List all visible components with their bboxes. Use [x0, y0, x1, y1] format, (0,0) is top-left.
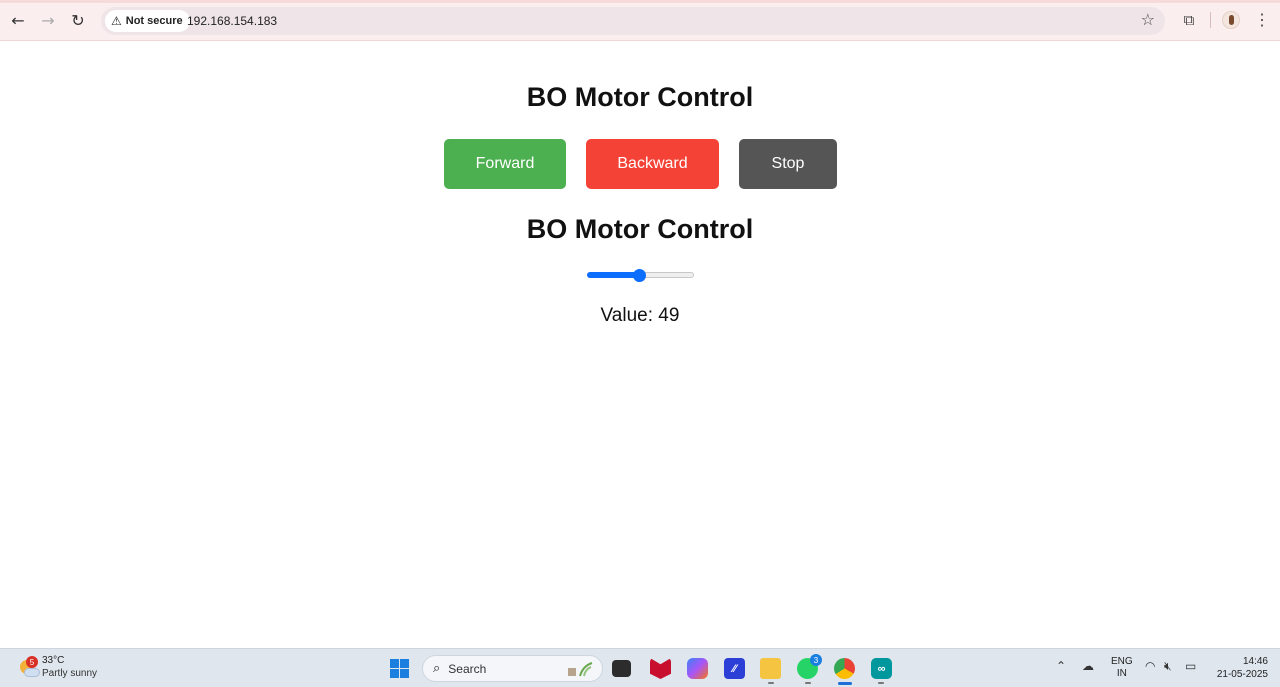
chrome-icon[interactable]: [834, 658, 855, 679]
security-chip[interactable]: ⚠ Not secure: [105, 10, 190, 32]
toolbar-separator: [1210, 12, 1211, 28]
search-highlight-icon: [568, 662, 593, 677]
stop-button[interactable]: Stop: [739, 139, 837, 189]
address-bar[interactable]: ⚠ Not secure 192.168.154.183 ☆: [101, 7, 1165, 35]
tabstrip-edge: [0, 0, 1280, 3]
system-clock[interactable]: 14:46 21-05-2025: [1208, 655, 1268, 681]
weather-badge: 5: [26, 656, 38, 668]
windows-start-icon[interactable]: [390, 659, 409, 678]
arduino-running-indicator: [878, 682, 884, 684]
whatsapp-running-indicator: [805, 682, 811, 684]
back-arrow-icon[interactable]: ←: [7, 9, 29, 31]
speed-slider[interactable]: [587, 269, 694, 282]
forward-arrow-icon[interactable]: →: [37, 9, 59, 31]
warning-triangle-icon: ⚠: [111, 14, 122, 28]
file-explorer-icon[interactable]: [760, 658, 781, 679]
language-primary: ENG: [1111, 656, 1133, 667]
file-explorer-running-indicator: [768, 682, 774, 684]
editor-app-icon[interactable]: ⁄⁄: [724, 658, 745, 679]
reload-icon[interactable]: ↻: [67, 9, 89, 31]
slider-fill: [587, 272, 640, 278]
partly-sunny-icon: 5: [18, 656, 40, 678]
browser-toolbar: ← → ↻ ⚠ Not secure 192.168.154.183 ☆ ⧉ ⋮: [0, 0, 1280, 41]
language-region: IN: [1116, 668, 1127, 679]
extensions-puzzle-icon[interactable]: ⧉: [1178, 9, 1200, 31]
chrome-active-indicator: [838, 682, 852, 685]
chevron-up-icon[interactable]: ⌃: [1056, 659, 1066, 673]
whatsapp-badge: 3: [810, 654, 822, 666]
bookmark-star-icon[interactable]: ☆: [1141, 10, 1155, 29]
weather-widget[interactable]: 5 33°C Partly sunny: [18, 654, 97, 680]
page-title: BO Motor Control: [526, 82, 754, 112]
windows-taskbar: 5 33°C Partly sunny ⌕ Search ⁄⁄ 3 ∞ ⌃ ☁ …: [0, 648, 1280, 687]
volume-muted-icon[interactable]: 🔇︎: [1164, 659, 1172, 674]
clock-date: 21-05-2025: [1216, 669, 1268, 680]
forward-button[interactable]: Forward: [444, 139, 566, 189]
profile-avatar[interactable]: [1222, 11, 1240, 29]
slider-value-label: Value: 49: [600, 305, 680, 326]
onedrive-cloud-icon[interactable]: ☁: [1082, 659, 1094, 673]
kebab-menu-icon[interactable]: ⋮: [1253, 9, 1271, 31]
slider-thumb[interactable]: [633, 269, 647, 282]
battery-icon[interactable]: ▭: [1185, 659, 1196, 673]
backward-button[interactable]: Backward: [586, 139, 719, 189]
mcafee-icon[interactable]: [650, 658, 671, 679]
page-content: BO Motor Control Forward Backward Stop B…: [0, 41, 1280, 647]
slider-section-title: BO Motor Control: [526, 214, 754, 244]
search-icon: ⌕: [433, 661, 441, 676]
search-label: Search: [448, 661, 487, 676]
task-view-icon[interactable]: [612, 660, 631, 677]
taskbar-search-box[interactable]: ⌕ Search: [422, 655, 603, 682]
weather-temperature: 33°C: [42, 655, 65, 666]
clock-time: 14:46: [1242, 656, 1268, 667]
language-indicator[interactable]: ENG IN: [1111, 656, 1133, 680]
arduino-ide-icon[interactable]: ∞: [871, 658, 892, 679]
url-text[interactable]: 192.168.154.183: [187, 14, 277, 28]
wifi-icon[interactable]: ◠: [1145, 659, 1155, 673]
copilot-icon[interactable]: [687, 658, 708, 679]
security-label: Not secure: [125, 15, 183, 27]
weather-condition: Partly sunny: [42, 668, 98, 679]
